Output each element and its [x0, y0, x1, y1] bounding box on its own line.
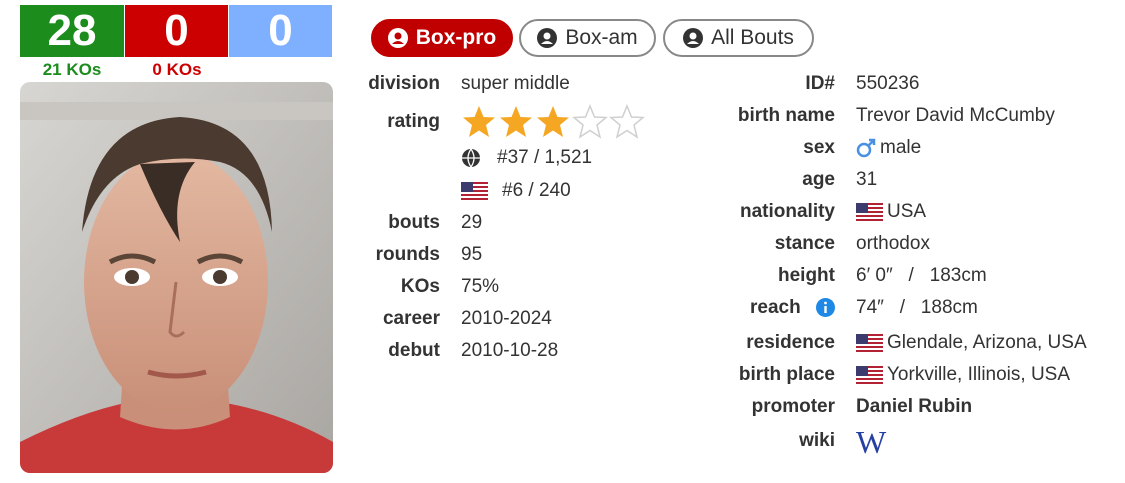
wins-count: 28 [20, 5, 124, 57]
tab-box-pro[interactable]: Box-pro [371, 19, 513, 57]
tab-box-am[interactable]: Box-am [519, 19, 656, 57]
star-empty-icon [609, 104, 645, 139]
division-value: super middle [461, 73, 570, 94]
info-icon[interactable] [816, 298, 835, 318]
draws-count: 0 [229, 5, 332, 57]
user-circle-icon [683, 28, 704, 48]
residence-value: Glendale, Arizona, USA [856, 332, 1087, 354]
kos-label: KOs [400, 276, 440, 297]
bouts-value: 29 [461, 212, 483, 233]
us-flag-icon [856, 334, 883, 352]
rounds-value: 95 [461, 244, 483, 265]
birth-place-label: birth place [738, 364, 835, 385]
tab-all-bouts[interactable]: All Bouts [663, 19, 814, 57]
loss-kos: 0 KOs [152, 60, 202, 79]
reach-label-text: reach [750, 297, 801, 318]
residence-text: Glendale, Arizona, USA [887, 332, 1087, 353]
birth-name-label: birth name [737, 105, 835, 126]
world-rank: #37 / 1,521 [461, 147, 592, 169]
sex-label: sex [803, 137, 835, 158]
star-empty-icon [572, 104, 608, 139]
debut-value: 2010-10-28 [461, 340, 559, 361]
kos-value: 75% [461, 276, 500, 297]
birth-place-text: Yorkville, Illinois, USA [887, 364, 1071, 385]
us-flag-icon [856, 203, 883, 221]
male-icon [856, 138, 876, 158]
division-label: division [368, 73, 440, 94]
debut-label: debut [388, 340, 440, 361]
id-label: ID# [805, 73, 835, 94]
losses-count: 0 [125, 5, 228, 57]
career-label: career [382, 308, 440, 329]
rating-stars [461, 104, 646, 140]
wikipedia-icon[interactable]: W [856, 424, 886, 461]
age-label: age [802, 169, 835, 190]
birth-place-value: Yorkville, Illinois, USA [856, 364, 1070, 386]
career-value: 2010-2024 [461, 308, 552, 329]
nationality-text: USA [887, 201, 927, 222]
us-flag-icon [461, 182, 488, 200]
nationality-label: nationality [739, 201, 835, 222]
residence-label: residence [746, 332, 835, 353]
world-rank-value: #37 / 1,521 [497, 147, 593, 168]
id-value: 550236 [856, 73, 920, 94]
user-circle-icon [387, 28, 408, 48]
rounds-label: rounds [375, 244, 440, 265]
height-label: height [778, 265, 835, 286]
sex-value: male [856, 137, 921, 159]
wiki-label: wiki [799, 430, 835, 451]
birth-name-value: Trevor David McCumby [856, 105, 1055, 126]
reach-label: reach [750, 297, 835, 319]
us-flag-icon [856, 366, 883, 384]
user-circle-icon [537, 28, 558, 48]
star-filled-icon [500, 106, 532, 137]
rating-label: rating [387, 111, 440, 132]
tab-label: All Bouts [711, 26, 794, 49]
win-kos: 21 KOs [42, 60, 102, 79]
star-filled-icon [463, 106, 495, 137]
promoter-label: promoter [751, 396, 835, 417]
country-rank: #6 / 240 [461, 180, 571, 202]
globe-icon [462, 148, 480, 168]
reach-value: 74″ / 188cm [856, 297, 978, 318]
height-value: 6′ 0″ / 183cm [856, 265, 987, 286]
stance-value: orthodox [856, 233, 930, 254]
tab-label: Box-pro [415, 26, 497, 49]
age-value: 31 [856, 169, 878, 190]
country-rank-value: #6 / 240 [502, 180, 571, 201]
star-filled-icon [537, 106, 569, 137]
sex-text: male [880, 137, 922, 158]
bouts-label: bouts [388, 212, 440, 233]
boxer-photo [20, 82, 333, 473]
promoter-link[interactable]: Daniel Rubin [856, 396, 972, 418]
tab-label: Box-am [565, 26, 638, 49]
nationality-value: USA [856, 201, 926, 223]
stance-label: stance [774, 233, 835, 254]
